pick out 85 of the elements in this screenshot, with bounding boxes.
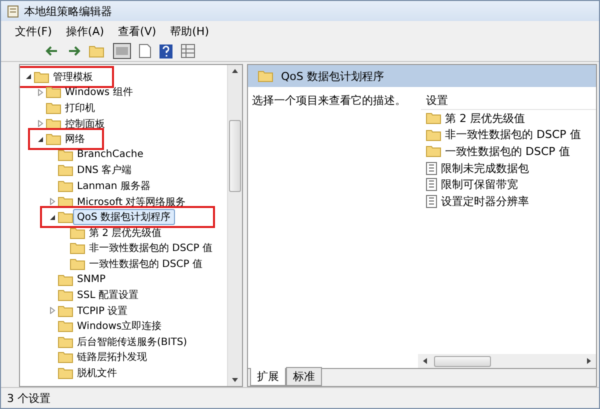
back-arrow-icon[interactable] — [45, 44, 59, 58]
document-icon[interactable] — [139, 44, 151, 58]
list-item[interactable]: 限制未完成数据包 — [421, 160, 596, 176]
scroll-left-icon[interactable] — [422, 358, 428, 364]
menu-item[interactable]: 文件(F) — [15, 24, 52, 38]
folder-icon — [58, 148, 73, 161]
list-item[interactable]: 第 2 层优先级值 — [421, 110, 596, 127]
tree-item[interactable]: 链路层拓扑发现 — [73, 349, 151, 366]
tree-item[interactable]: SNMP — [73, 273, 110, 286]
setting-icon — [426, 162, 437, 175]
tree-item[interactable]: TCPIP 设置 — [73, 302, 132, 319]
collapsed-arrow-icon[interactable] — [36, 120, 44, 128]
list-item[interactable]: 非一致性数据包的 DSCP 值 — [421, 126, 596, 144]
tree-item[interactable]: Lanman 服务器 — [73, 178, 154, 194]
folder-icon — [70, 242, 85, 254]
expanded-arrow-icon[interactable] — [24, 73, 32, 80]
collapsed-arrow-icon[interactable] — [36, 88, 44, 96]
description-text: 选择一个项目来查看它的描述。 — [251, 93, 407, 109]
collapsed-arrow-icon[interactable] — [48, 198, 56, 206]
setting-icon — [426, 194, 437, 208]
tree-item[interactable]: SSL 配置设置 — [73, 287, 142, 304]
view-tab[interactable]: 标准 — [286, 367, 322, 386]
folder-icon — [70, 258, 85, 270]
tree-item[interactable]: 网络 — [61, 131, 89, 148]
folder-icon — [426, 128, 441, 141]
grid-icon[interactable] — [181, 44, 195, 58]
collapsed-arrow-icon[interactable] — [48, 307, 56, 314]
folder-icon — [46, 133, 61, 146]
vertical-scrollbar[interactable] — [227, 65, 242, 386]
menu-item[interactable]: 帮助(H) — [170, 24, 209, 38]
tree-item[interactable]: QoS 数据包计划程序 — [73, 209, 175, 226]
tree-item[interactable]: 非一致性数据包的 DSCP 值 — [85, 240, 216, 256]
scroll-right-icon[interactable] — [586, 358, 592, 364]
forward-arrow-icon[interactable] — [67, 44, 81, 58]
folder-icon — [46, 118, 61, 130]
folder-icon — [58, 351, 73, 364]
scroll-down-icon[interactable] — [232, 377, 238, 383]
tree-item[interactable]: 打印机 — [61, 100, 99, 116]
tree-item[interactable]: BranchCache — [73, 148, 148, 162]
tree-item[interactable]: Windows 组件 — [61, 84, 137, 100]
scroll-thumb[interactable] — [434, 356, 491, 366]
scroll-thumb[interactable] — [229, 120, 241, 192]
app-icon — [7, 4, 19, 18]
setting-icon — [426, 178, 437, 192]
tree-item[interactable]: Microsoft 对等网络服务 — [73, 194, 190, 210]
tree-item[interactable]: Windows立即连接 — [73, 318, 166, 334]
folder-icon — [58, 367, 73, 380]
folder-icon — [46, 102, 61, 114]
pane-icon[interactable] — [113, 43, 131, 59]
folder-icon — [34, 70, 49, 83]
scroll-up-icon[interactable] — [232, 68, 238, 74]
folder-icon — [58, 180, 73, 192]
folder-icon — [58, 196, 73, 208]
folder-icon — [58, 304, 73, 317]
tree-item[interactable]: 一致性数据包的 DSCP 值 — [85, 256, 206, 272]
tree-item[interactable]: 控制面板 — [61, 116, 109, 132]
list-item[interactable]: 一致性数据包的 DSCP 值 — [421, 143, 596, 160]
menu-item[interactable]: 操作(A) — [66, 24, 104, 38]
folder-icon — [58, 320, 73, 332]
folder-icon — [58, 289, 73, 302]
status-text: 3 个设置 — [7, 390, 50, 406]
horizontal-scrollbar[interactable] — [418, 354, 596, 368]
folder-icon — [58, 336, 73, 348]
expanded-arrow-icon[interactable] — [48, 214, 56, 221]
folder-icon — [58, 164, 73, 176]
tree-item[interactable]: 管理模板 — [49, 68, 97, 85]
view-tab[interactable]: 扩展 — [250, 368, 286, 386]
folder-icon — [258, 70, 273, 82]
tree-item[interactable]: DNS 客户端 — [73, 162, 136, 178]
folder-icon — [58, 211, 73, 224]
folder-icon — [426, 112, 441, 124]
header-title: QoS 数据包计划程序 — [281, 68, 384, 84]
menu-item[interactable]: 查看(V) — [118, 24, 156, 38]
column-header[interactable]: 设置 — [421, 91, 596, 110]
folder-icon — [426, 145, 441, 158]
list-item[interactable]: 设置定时器分辨率 — [421, 192, 596, 210]
window-title: 本地组策略编辑器 — [24, 4, 112, 18]
folder-icon — [46, 86, 61, 98]
tree-item[interactable]: 脱机文件 — [73, 365, 121, 382]
folder-icon — [58, 274, 73, 286]
tree-item[interactable]: 后台智能传送服务(BITS) — [73, 334, 192, 350]
list-item[interactable]: 限制可保留带宽 — [421, 176, 596, 193]
help-icon[interactable] — [159, 44, 173, 58]
expanded-arrow-icon[interactable] — [36, 136, 44, 143]
tree-item[interactable]: 第 2 层优先级值 — [85, 224, 166, 241]
